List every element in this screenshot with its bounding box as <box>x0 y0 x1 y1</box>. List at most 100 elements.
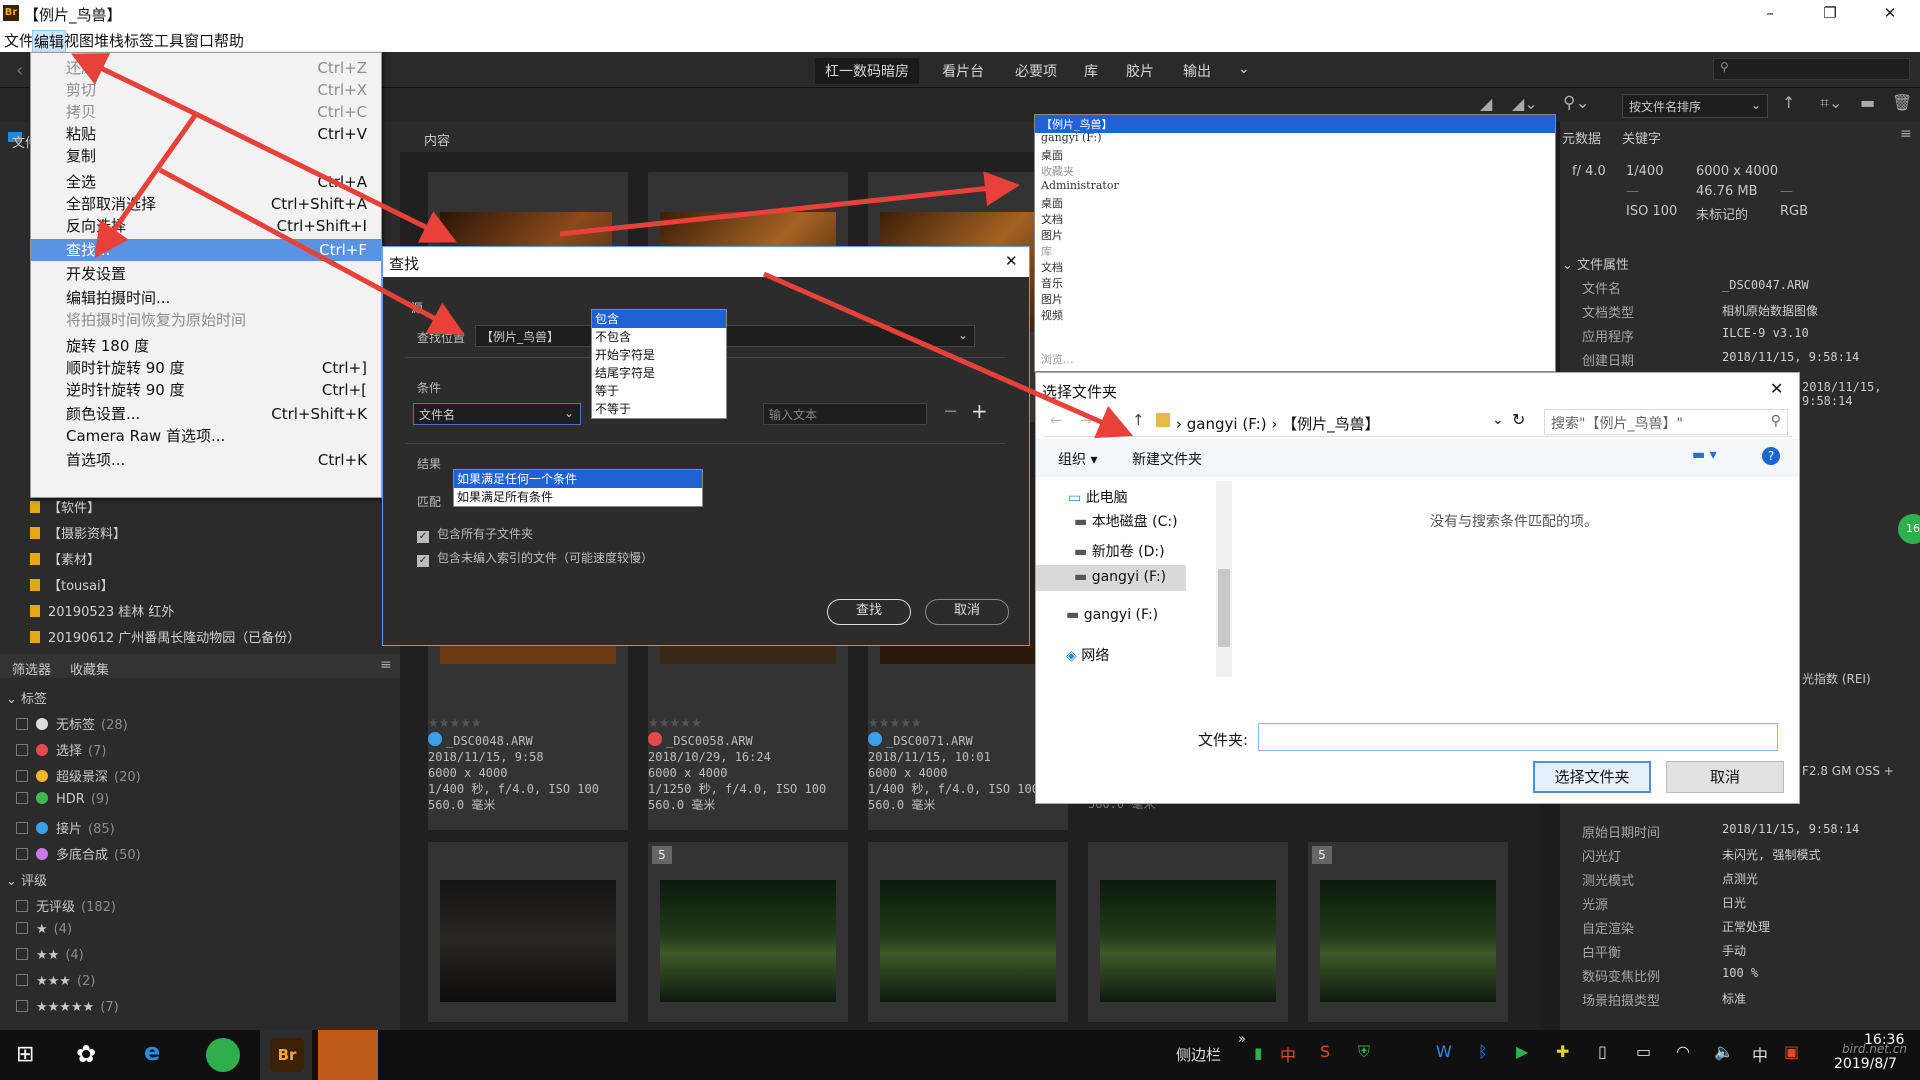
include-subfolders-checkbox[interactable]: ✓ 包含所有子文件夹 <box>417 525 533 543</box>
tree-item-drive[interactable]: ▬ gangyi (F:) <box>1066 607 1158 623</box>
operator-option[interactable]: 不等于 <box>592 400 726 418</box>
checkbox[interactable] <box>16 792 28 804</box>
edit-menu-item[interactable]: 编辑拍摄时间... <box>31 287 381 309</box>
location-option[interactable]: 浏览... <box>1041 351 1074 367</box>
bridge-taskbar-icon[interactable]: Br <box>270 1038 304 1072</box>
volume-icon[interactable]: 🔈 <box>1714 1042 1734 1061</box>
organize-button[interactable]: 组织 ▾ <box>1058 449 1097 469</box>
location-option[interactable]: 【例片_鸟兽】 <box>1035 115 1555 133</box>
breadcrumb[interactable]: › gangyi (F:) › 【例片_鸟兽】 <box>1176 413 1380 434</box>
checkbox[interactable] <box>16 744 28 756</box>
forward-arrow-icon[interactable]: → <box>1080 411 1093 429</box>
active-taskbar-slot[interactable] <box>318 1030 378 1080</box>
browser-taskbar-icon[interactable] <box>206 1038 240 1072</box>
notification-icon[interactable]: ▣ <box>1784 1042 1799 1061</box>
tree-item-drive[interactable]: ▬ gangyi (F:) <box>1074 569 1166 585</box>
location-option[interactable]: 图片 <box>1041 291 1063 307</box>
trash-icon[interactable]: 🗑 <box>1892 93 1912 112</box>
labels-header[interactable]: ⌄ 标签 <box>6 688 47 707</box>
operator-option[interactable]: 等于 <box>592 382 726 400</box>
app-taskbar-icon[interactable]: ✿ <box>76 1040 96 1068</box>
location-option[interactable]: gangyi (F:) <box>1041 131 1101 144</box>
quality-icon[interactable]: ◢ <box>1480 94 1492 113</box>
criteria-field-select[interactable]: 文件名 ⌄ <box>413 403 581 425</box>
rating-filter-row[interactable]: ★ (4) <box>16 922 72 946</box>
menu-help[interactable]: 帮助 <box>213 30 245 51</box>
edit-menu-item[interactable]: 复制 <box>31 145 381 167</box>
stack-badge[interactable]: 5 <box>652 846 672 864</box>
checkbox[interactable] <box>16 770 28 782</box>
rating-filter-row[interactable]: 无评级 (182) <box>16 896 116 920</box>
power-icon[interactable]: ▭ <box>1636 1042 1651 1061</box>
remove-criteria-button[interactable]: − <box>943 401 958 422</box>
back-arrow-icon[interactable]: ← <box>1050 411 1063 429</box>
folder-item[interactable]: 【软件】 <box>30 497 100 519</box>
chevron-down-icon[interactable]: ⌄ <box>1492 412 1504 428</box>
edit-menu-item[interactable]: 粘贴 Ctrl+V <box>31 123 381 145</box>
tree-item-drive[interactable]: ▬ 新加卷 (D:) <box>1074 541 1165 561</box>
find-button[interactable]: 查找 <box>827 599 911 625</box>
menu-view[interactable]: 视图 <box>63 30 95 51</box>
workspace-tab[interactable]: 杠一数码暗房 <box>815 58 919 84</box>
edit-menu-item[interactable]: 反向选择 Ctrl+Shift+I <box>31 215 381 237</box>
match-option[interactable]: 如果满足任何一个条件 <box>454 470 702 488</box>
location-option[interactable]: 桌面 <box>1041 147 1063 163</box>
menu-stack[interactable]: 堆栈 <box>93 30 125 51</box>
device-icon[interactable]: ▯ <box>1598 1042 1607 1061</box>
workspace-tab[interactable]: 胶片 <box>1126 61 1154 81</box>
edit-menu-item[interactable]: 剪切 Ctrl+X <box>31 79 381 101</box>
plus-circle-icon[interactable]: ✚ <box>1556 1042 1569 1061</box>
clock-date[interactable]: 2019/8/7 <box>1834 1056 1897 1072</box>
workspace-tab[interactable]: 看片台 <box>942 61 984 81</box>
menu-label[interactable]: 标签 <box>123 30 155 51</box>
match-option-list[interactable]: 如果满足任何一个条件 如果满足所有条件 <box>453 469 703 507</box>
stack-badge[interactable]: 5 <box>1312 846 1332 864</box>
cancel-button[interactable]: 取消 <box>925 599 1009 625</box>
workspace-tab[interactable]: 库 <box>1084 61 1098 81</box>
restore-button[interactable]: ❐ <box>1810 2 1850 24</box>
edit-menu-item[interactable]: 颜色设置... Ctrl+Shift+K <box>31 403 381 425</box>
location-option[interactable]: 库 <box>1041 243 1052 259</box>
tab-content[interactable]: 内容 <box>424 130 450 149</box>
rating-header[interactable]: ⌄ 评级 <box>6 870 47 889</box>
rating-stars[interactable]: ★★★★★ <box>648 716 702 730</box>
folder-item[interactable]: 20190523 桂林 红外 <box>30 601 174 623</box>
rating-stars[interactable]: ★★★★★ <box>868 716 922 730</box>
rating-filter-row[interactable]: ★★ (4) <box>16 948 84 972</box>
checkbox[interactable] <box>16 974 28 986</box>
add-criteria-button[interactable]: + <box>971 399 988 423</box>
edit-menu-item[interactable]: 全选 Ctrl+A <box>31 171 381 193</box>
close-icon[interactable]: ✕ <box>1005 252 1018 270</box>
edit-menu-item[interactable]: 将拍摄时间恢复为原始时间 <box>31 309 381 331</box>
label-filter-row[interactable]: 无标签 (28) <box>16 714 128 738</box>
search-input[interactable]: ⚲ <box>1713 58 1910 80</box>
folder-item[interactable]: 【摄影资料】 <box>30 523 126 545</box>
float-badge[interactable]: 16 <box>1898 514 1920 544</box>
wifi-icon[interactable]: ◠ <box>1676 1042 1690 1061</box>
operator-option[interactable]: 开始字符是 <box>592 346 726 364</box>
location-dropdown-list[interactable]: 【例片_鸟兽】 gangyi (F:) 桌面 收藏夹 Administrator 桌面 文档… <box>1034 114 1556 372</box>
battery-icon[interactable]: ▮ <box>1254 1044 1262 1062</box>
folder-item[interactable]: 【素材】 <box>30 549 100 571</box>
edit-menu-item[interactable]: 开发设置 <box>31 263 381 285</box>
tab-keywords[interactable]: 关键字 <box>1622 128 1661 147</box>
sort-direction-icon[interactable]: ↑ <box>1782 93 1795 112</box>
panel-menu-icon[interactable]: ≡ <box>380 657 392 673</box>
folder-search-input[interactable]: 搜索"【例片_鸟兽】" ⚲ <box>1544 409 1788 435</box>
operator-option[interactable]: 包含 <box>592 310 726 328</box>
sort-select[interactable]: 按文件名排序 ⌄ <box>1622 94 1768 118</box>
start-icon[interactable]: ⊞ <box>16 1042 34 1067</box>
select-folder-button[interactable]: 选择文件夹 <box>1533 761 1651 793</box>
close-button[interactable]: ✕ <box>1870 2 1910 24</box>
workspace-tab[interactable]: 输出 <box>1183 61 1211 81</box>
play-icon[interactable]: ▶ <box>1516 1042 1528 1061</box>
edit-menu-item[interactable]: 全部取消选择 Ctrl+Shift+A <box>31 193 381 215</box>
view-options-icon[interactable]: ▬ ▾ <box>1692 447 1717 463</box>
tree-item-this-pc[interactable]: ▭ 此电脑 <box>1068 487 1128 507</box>
up-arrow-icon[interactable]: ↑ <box>1132 411 1145 429</box>
label-filter-row[interactable]: 超级景深 (20) <box>16 766 141 790</box>
tab-filter[interactable]: 筛选器 <box>12 659 51 678</box>
help-icon[interactable]: ? <box>1762 447 1780 465</box>
camera-icon[interactable]: ⌗⌄ <box>1820 93 1842 113</box>
location-option[interactable]: 文档 <box>1041 211 1063 227</box>
